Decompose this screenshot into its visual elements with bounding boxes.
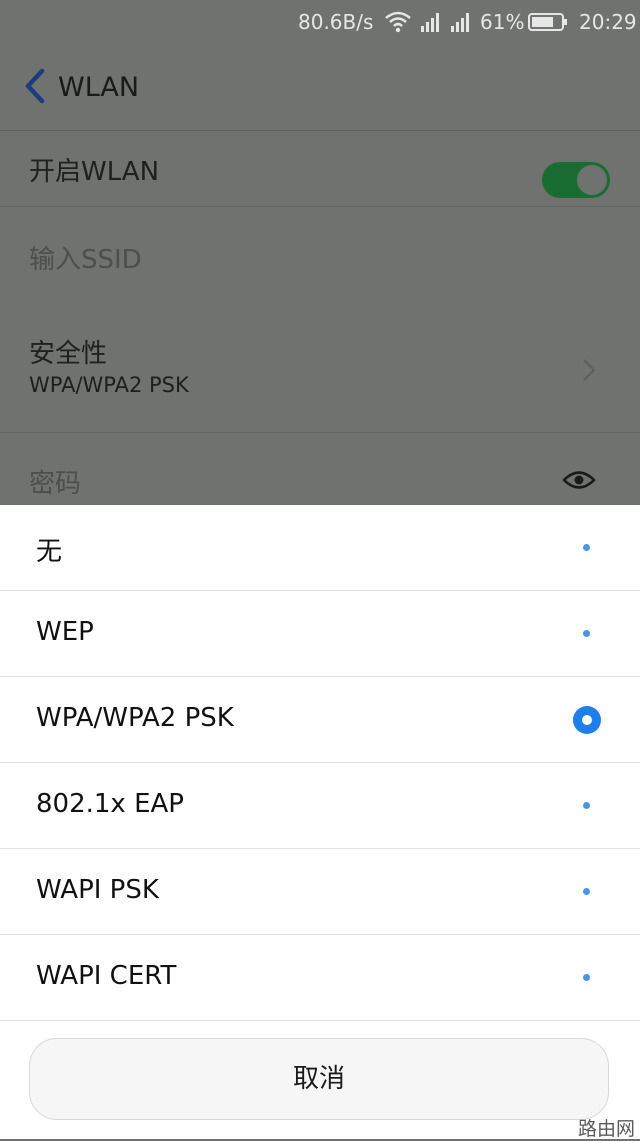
chevron-right-icon: [583, 359, 596, 381]
signal-icon: [421, 13, 439, 32]
option-label: WAPI CERT: [36, 961, 177, 991]
option-wep[interactable]: WEP: [0, 591, 640, 677]
toggle-knob: [577, 165, 607, 195]
eye-icon[interactable]: [562, 469, 596, 491]
status-bar: 80.6B/s 61% 20:29: [0, 0, 640, 46]
watermark: 路由网: [578, 1118, 636, 1140]
enable-wlan-label: 开启WLAN: [29, 157, 160, 187]
password-placeholder: 密码: [29, 469, 82, 499]
security-value: WPA/WPA2 PSK: [29, 373, 189, 397]
signal-icon: [451, 13, 469, 32]
radio-unselected[interactable]: [583, 888, 590, 895]
radio-unselected[interactable]: [583, 974, 590, 981]
enable-wlan-row: 开启WLAN: [0, 131, 640, 207]
option-wpa-wpa2-psk[interactable]: WPA/WPA2 PSK: [0, 677, 640, 763]
ssid-input[interactable]: 输入SSID: [0, 207, 640, 304]
password-input[interactable]: 密码: [0, 433, 640, 505]
option-wapi-cert[interactable]: WAPI CERT: [0, 935, 640, 1021]
app-header: WLAN: [0, 46, 640, 131]
option-label: WEP: [36, 617, 94, 647]
radio-selected[interactable]: [573, 706, 601, 734]
battery-icon: [528, 13, 567, 31]
security-label: 安全性: [29, 339, 108, 369]
wlan-toggle[interactable]: [542, 162, 610, 198]
option-label: 802.1x EAP: [36, 789, 184, 819]
radio-unselected[interactable]: [583, 630, 590, 637]
security-row[interactable]: 安全性 WPA/WPA2 PSK: [0, 305, 640, 433]
option-8021x-eap[interactable]: 802.1x EAP: [0, 763, 640, 849]
option-label: WPA/WPA2 PSK: [36, 703, 234, 733]
network-speed: 80.6B/s: [298, 10, 374, 34]
back-arrow-icon[interactable]: [22, 68, 48, 104]
ssid-placeholder: 输入SSID: [29, 245, 142, 275]
radio-unselected[interactable]: [583, 802, 590, 809]
radio-unselected[interactable]: [583, 544, 590, 551]
page-title: WLAN: [58, 72, 140, 103]
option-label: 无: [36, 537, 63, 567]
option-none[interactable]: 无: [0, 505, 640, 591]
battery-percent: 61%: [480, 10, 525, 34]
option-wapi-psk[interactable]: WAPI PSK: [0, 849, 640, 935]
option-label: WAPI PSK: [36, 875, 159, 905]
clock: 20:29: [579, 10, 637, 34]
wifi-icon: [385, 11, 411, 33]
cancel-button[interactable]: 取消: [29, 1038, 609, 1120]
